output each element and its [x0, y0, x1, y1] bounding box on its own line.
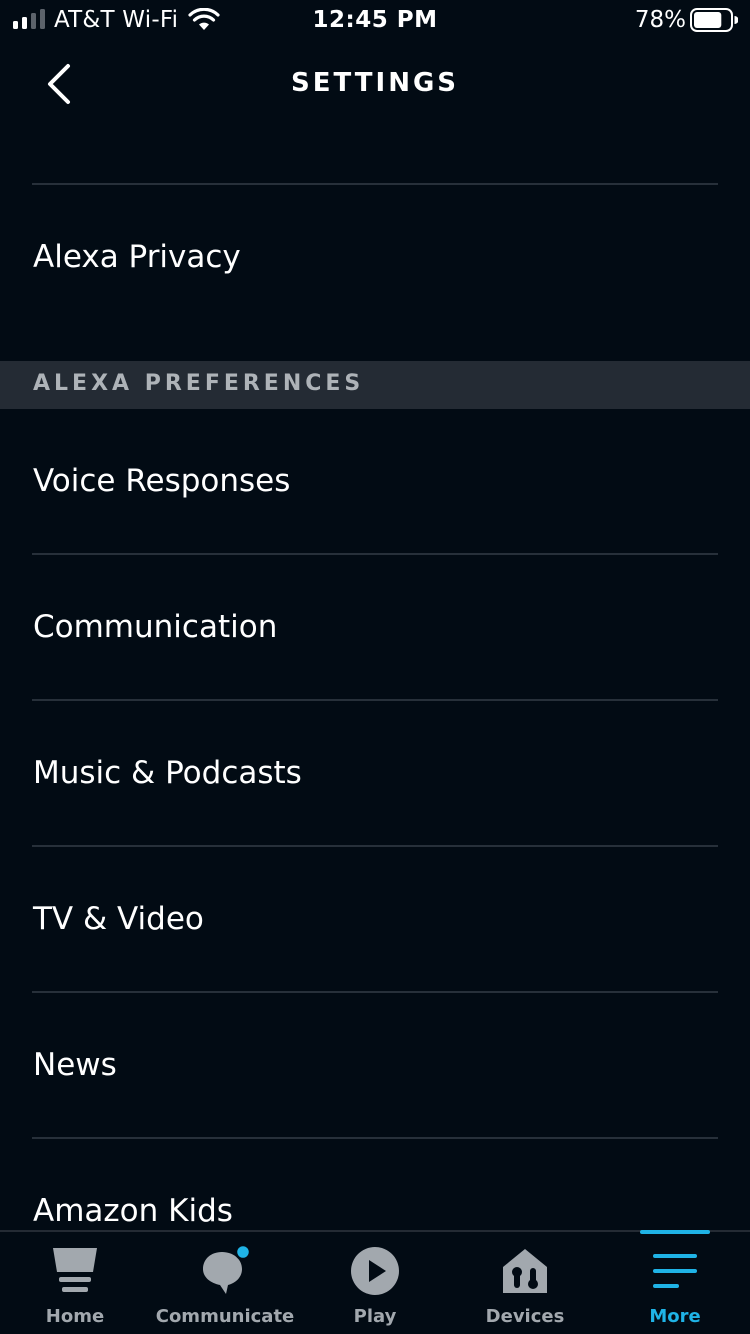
tab-label: Play	[353, 1306, 397, 1327]
settings-item-label: Communication	[33, 609, 278, 645]
tab-home[interactable]: Home	[0, 1232, 150, 1334]
settings-item-label: Voice Responses	[33, 463, 291, 499]
settings-item-alexa-privacy[interactable]: Alexa Privacy	[0, 186, 750, 361]
section-header-label: ALEXA PREFERENCES	[33, 371, 365, 396]
chat-bubble-icon	[203, 1246, 250, 1294]
divider	[32, 183, 718, 185]
settings-item-label: Amazon Kids	[33, 1193, 233, 1229]
devices-house-icon	[503, 1249, 547, 1293]
page-title: SETTINGS	[290, 68, 460, 98]
settings-item-tv-video[interactable]: TV & Video	[0, 847, 750, 991]
tab-devices[interactable]: Devices	[450, 1232, 600, 1334]
tab-label: Devices	[485, 1306, 565, 1327]
battery-icon	[690, 8, 738, 32]
notification-dot	[234, 1246, 250, 1261]
play-icon	[351, 1247, 399, 1295]
header: SETTINGS	[0, 42, 750, 128]
tab-bar: Home Communicate Play Devices More	[0, 1230, 750, 1334]
settings-item-label: TV & Video	[33, 901, 204, 937]
settings-item-label: Alexa Privacy	[33, 239, 241, 275]
battery-percentage: 78%	[634, 7, 686, 33]
tab-more[interactable]: More	[600, 1232, 750, 1334]
settings-item-label: News	[33, 1047, 117, 1083]
tab-label: More	[649, 1306, 701, 1327]
tab-label: Home	[45, 1306, 105, 1327]
settings-item-music-podcasts[interactable]: Music & Podcasts	[0, 701, 750, 845]
tab-play[interactable]: Play	[300, 1232, 450, 1334]
settings-item-amazon-kids[interactable]: Amazon Kids	[0, 1139, 750, 1230]
screen: AT&T Wi-Fi 12:45 PM 78% SETTINGS Alexa P…	[0, 0, 750, 1334]
settings-item-voice-responses[interactable]: Voice Responses	[0, 409, 750, 553]
tab-communicate[interactable]: Communicate	[150, 1232, 300, 1334]
settings-item-news[interactable]: News	[0, 993, 750, 1137]
home-icon	[53, 1248, 97, 1292]
status-bar: AT&T Wi-Fi 12:45 PM 78%	[0, 0, 750, 42]
section-header: ALEXA PREFERENCES	[0, 361, 750, 409]
tab-label: Communicate	[155, 1306, 295, 1327]
settings-item-communication[interactable]: Communication	[0, 555, 750, 699]
settings-item-label: Music & Podcasts	[33, 755, 302, 791]
hamburger-menu-icon	[653, 1254, 697, 1288]
